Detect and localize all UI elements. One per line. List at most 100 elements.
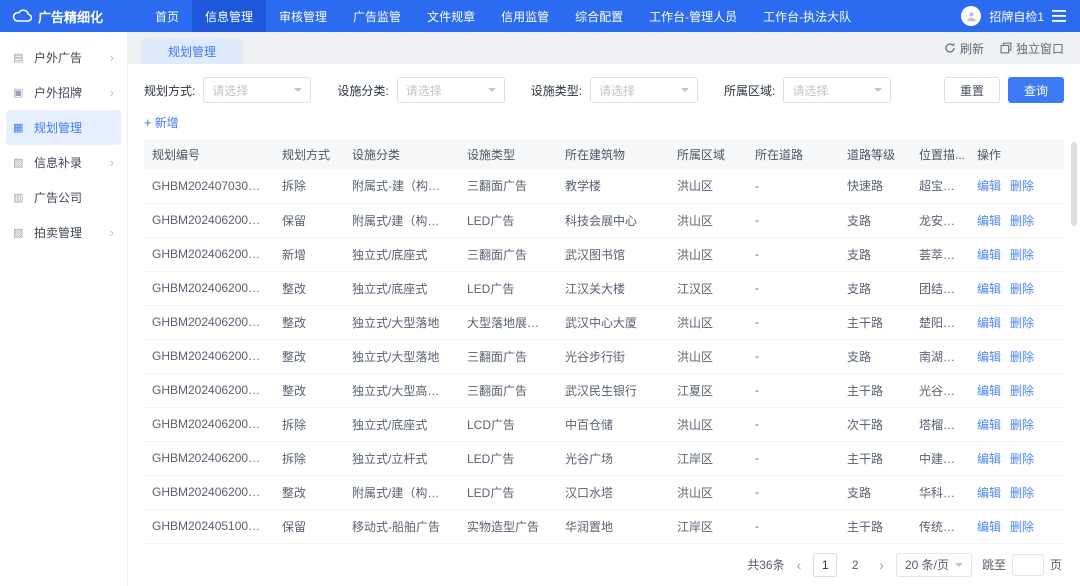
independent-window-button[interactable]: 独立窗口 bbox=[1000, 40, 1064, 57]
page-button[interactable]: 2 bbox=[843, 553, 867, 577]
road-level-cell: 支路 bbox=[839, 237, 911, 271]
delete-link[interactable]: 删除 bbox=[1010, 282, 1034, 296]
filter-select[interactable]: 请选择 bbox=[397, 77, 505, 103]
nav-item[interactable]: 文件规章 bbox=[414, 0, 488, 32]
filter-label: 规划方式: bbox=[144, 82, 195, 99]
plan-id-cell[interactable]: GHBM202406200004 bbox=[144, 305, 274, 339]
nav-item[interactable]: 综合配置 bbox=[562, 0, 636, 32]
column-header: 规划方式 bbox=[274, 139, 344, 169]
delete-link[interactable]: 删除 bbox=[1010, 179, 1034, 193]
location-cell: 塔榴路... bbox=[911, 407, 969, 441]
sidebar-item[interactable]: ▥广告公司 bbox=[6, 180, 121, 215]
filter-select[interactable]: 请选择 bbox=[590, 77, 698, 103]
delete-link[interactable]: 删除 bbox=[1010, 350, 1034, 364]
actions-cell: 编辑删除 bbox=[969, 339, 1064, 373]
page-button[interactable]: 1 bbox=[813, 553, 837, 577]
delete-link[interactable]: 删除 bbox=[1010, 214, 1034, 228]
method-cell: 整改 bbox=[274, 475, 344, 509]
nav-item[interactable]: 信息管理 bbox=[192, 0, 266, 32]
edit-link[interactable]: 编辑 bbox=[977, 214, 1001, 228]
district-cell: 江汉区 bbox=[669, 271, 747, 305]
plan-id-cell[interactable]: GHBM202406200001 bbox=[144, 237, 274, 271]
scrollbar-thumb[interactable] bbox=[1071, 142, 1077, 226]
actions-cell: 编辑删除 bbox=[969, 441, 1064, 475]
nav-item[interactable]: 信用监管 bbox=[488, 0, 562, 32]
prev-page-button[interactable]: ‹ bbox=[795, 557, 804, 573]
plan-id-cell[interactable]: GHBM202406200008 bbox=[144, 441, 274, 475]
refresh-button[interactable]: 刷新 bbox=[944, 40, 984, 57]
user-avatar[interactable] bbox=[961, 6, 981, 26]
edit-link[interactable]: 编辑 bbox=[977, 486, 1001, 500]
edit-link[interactable]: 编辑 bbox=[977, 179, 1001, 193]
reset-button[interactable]: 重置 bbox=[944, 77, 1000, 103]
delete-link[interactable]: 删除 bbox=[1010, 520, 1034, 534]
plan-id-cell[interactable]: GHBM202406200005 bbox=[144, 339, 274, 373]
nav-item[interactable]: 审核管理 bbox=[266, 0, 340, 32]
table-scrollbar[interactable] bbox=[1071, 142, 1077, 544]
delete-link[interactable]: 删除 bbox=[1010, 316, 1034, 330]
delete-link[interactable]: 删除 bbox=[1010, 384, 1034, 398]
edit-link[interactable]: 编辑 bbox=[977, 282, 1001, 296]
plan-id-cell[interactable]: GHBM202406200009 bbox=[144, 475, 274, 509]
edit-link[interactable]: 编辑 bbox=[977, 452, 1001, 466]
edit-link[interactable]: 编辑 bbox=[977, 316, 1001, 330]
building-cell: 科技会展中心 bbox=[557, 203, 669, 237]
plan-id-cell[interactable]: GHBM202407030001 bbox=[144, 169, 274, 203]
sidebar-item[interactable]: ▤户外广告› bbox=[6, 40, 121, 75]
sidebar-item-label: 广告公司 bbox=[34, 189, 82, 206]
nav-item[interactable]: 工作台-管理人员 bbox=[636, 0, 750, 32]
plan-id-cell[interactable]: GHBM202406200007 bbox=[144, 407, 274, 441]
plan-id-cell[interactable]: GHBM202406200003 bbox=[144, 271, 274, 305]
edit-link[interactable]: 编辑 bbox=[977, 248, 1001, 262]
location-cell: 荟萃路/... bbox=[911, 237, 969, 271]
delete-link[interactable]: 删除 bbox=[1010, 418, 1034, 432]
sidebar-item[interactable]: ▧信息补录› bbox=[6, 145, 121, 180]
nav-item[interactable]: 工作台-执法大队 bbox=[750, 0, 864, 32]
filter-group: 所属区域:请选择 bbox=[724, 77, 891, 103]
add-button[interactable]: + 新增 bbox=[144, 114, 179, 131]
nav-item[interactable]: 广告监管 bbox=[340, 0, 414, 32]
table-row: GHBM202406200004整改独立式/大型落地大型落地展示媒体武汉中心大厦… bbox=[144, 305, 1064, 339]
content-area: 规划管理 刷新 独立窗口 bbox=[128, 32, 1080, 586]
plan-id-cell[interactable]: GHBM202406200006 bbox=[144, 373, 274, 407]
refresh-icon bbox=[944, 42, 956, 54]
tab-planning-management[interactable]: 规划管理 bbox=[142, 38, 242, 64]
plan-id-cell[interactable]: GHBM202405100002 bbox=[144, 509, 274, 543]
delete-link[interactable]: 删除 bbox=[1010, 452, 1034, 466]
sidebar-item[interactable]: ▣户外招牌› bbox=[6, 75, 121, 110]
select-placeholder: 请选择 bbox=[406, 82, 442, 99]
plan-id-cell[interactable]: GHBM202406200002 bbox=[144, 203, 274, 237]
edit-link[interactable]: 编辑 bbox=[977, 350, 1001, 364]
next-page-button[interactable]: › bbox=[877, 557, 886, 573]
menu-icon[interactable] bbox=[1052, 10, 1066, 22]
sidebar-item[interactable]: ▦规划管理 bbox=[6, 110, 121, 145]
road-level-cell: 主干路 bbox=[839, 441, 911, 475]
search-button[interactable]: 查询 bbox=[1008, 77, 1064, 103]
edit-link[interactable]: 编辑 bbox=[977, 520, 1001, 534]
chevron-down-icon bbox=[681, 88, 689, 92]
jump-input[interactable] bbox=[1012, 554, 1044, 576]
road-cell: - bbox=[747, 203, 839, 237]
type-cell: 实物造型广告 bbox=[459, 509, 557, 543]
edit-link[interactable]: 编辑 bbox=[977, 384, 1001, 398]
delete-link[interactable]: 删除 bbox=[1010, 486, 1034, 500]
delete-link[interactable]: 删除 bbox=[1010, 248, 1034, 262]
location-cell: 团结路... bbox=[911, 271, 969, 305]
filter-select[interactable]: 请选择 bbox=[783, 77, 891, 103]
building-cell: 武汉民生银行 bbox=[557, 373, 669, 407]
sidebar-item-label: 规划管理 bbox=[34, 119, 82, 136]
sidebar: ▤户外广告›▣户外招牌›▦规划管理▧信息补录›▥广告公司▨拍卖管理› bbox=[0, 32, 128, 586]
district-cell: 洪山区 bbox=[669, 203, 747, 237]
method-cell: 整改 bbox=[274, 373, 344, 407]
outdoor-ad-icon: ▤ bbox=[13, 51, 29, 64]
type-cell: 三翻面广告 bbox=[459, 169, 557, 203]
sidebar-item[interactable]: ▨拍卖管理› bbox=[6, 215, 121, 250]
page-size-select[interactable]: 20 条/页 bbox=[896, 553, 972, 577]
chevron-right-icon: › bbox=[110, 50, 114, 65]
edit-link[interactable]: 编辑 bbox=[977, 418, 1001, 432]
type-cell: LED广告 bbox=[459, 475, 557, 509]
filter-select[interactable]: 请选择 bbox=[203, 77, 311, 103]
building-cell: 中百仓储 bbox=[557, 407, 669, 441]
filter-group: 规划方式: 请选择 bbox=[144, 77, 311, 103]
nav-item[interactable]: 首页 bbox=[142, 0, 192, 32]
